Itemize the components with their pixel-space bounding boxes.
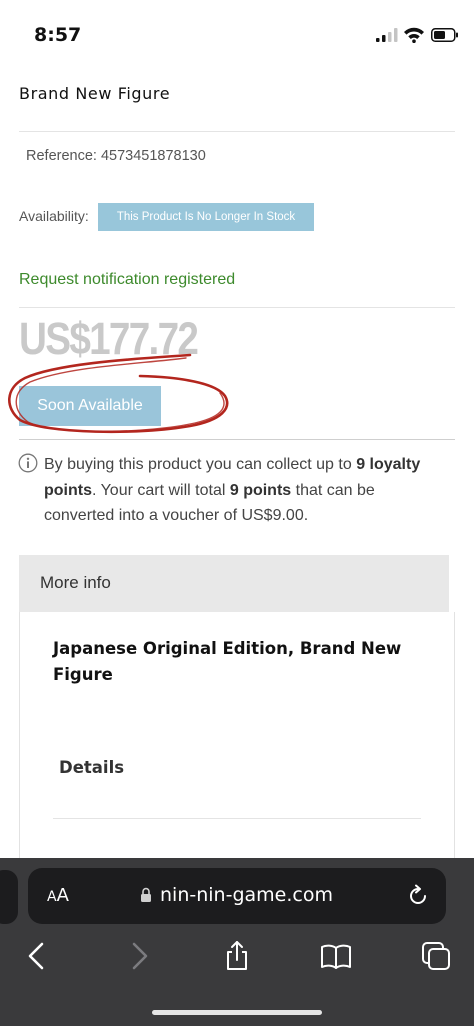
- home-indicator: [152, 1010, 322, 1015]
- loyalty-text-part1: By buying this product you can collect u…: [44, 456, 357, 473]
- details-heading: Details: [59, 758, 125, 777]
- status-bar: 8:57: [0, 0, 474, 70]
- previous-tab-preview[interactable]: [0, 870, 18, 924]
- more-info-tab[interactable]: More info: [19, 555, 449, 612]
- loyalty-text-part2: . Your cart will total: [92, 481, 230, 499]
- cart-points-value: 9 points: [229, 481, 292, 499]
- notification-message: Request notification registered: [19, 271, 236, 288]
- bookmarks-icon[interactable]: [320, 940, 352, 972]
- forward-icon[interactable]: [122, 940, 154, 972]
- status-time: 8:57: [34, 24, 82, 46]
- divider: [19, 307, 455, 308]
- reference-label: Reference:: [26, 148, 97, 164]
- divider: [53, 818, 421, 819]
- reference-value: 4573451878130: [100, 148, 206, 164]
- share-icon[interactable]: [221, 940, 253, 972]
- product-title: Brand New Figure: [19, 84, 171, 103]
- divider: [19, 439, 455, 440]
- wifi-icon: [404, 27, 424, 43]
- page-settings-button[interactable]: AA: [47, 885, 69, 906]
- cellular-signal-icon: [376, 28, 398, 42]
- back-icon[interactable]: [22, 940, 54, 972]
- divider: [19, 131, 455, 132]
- info-icon: [18, 453, 38, 473]
- availability-label: Availability:: [19, 208, 89, 224]
- tabs-icon[interactable]: [420, 940, 452, 972]
- availability-badge: This Product Is No Longer In Stock: [98, 203, 314, 231]
- reference: Reference: 4573451878130: [26, 148, 206, 164]
- loyalty-points-text: By buying this product you can collect u…: [44, 452, 436, 529]
- soon-available-button[interactable]: Soon Available: [19, 386, 161, 426]
- url-text[interactable]: nin-nin-game.com: [160, 884, 333, 906]
- lock-icon: [141, 887, 151, 902]
- battery-icon: [431, 28, 458, 42]
- product-price: US$177.72: [19, 313, 199, 364]
- product-description: Japanese Original Edition, Brand New Fig…: [53, 639, 402, 684]
- reload-icon[interactable]: [406, 884, 430, 908]
- more-info-label: More info: [40, 573, 111, 592]
